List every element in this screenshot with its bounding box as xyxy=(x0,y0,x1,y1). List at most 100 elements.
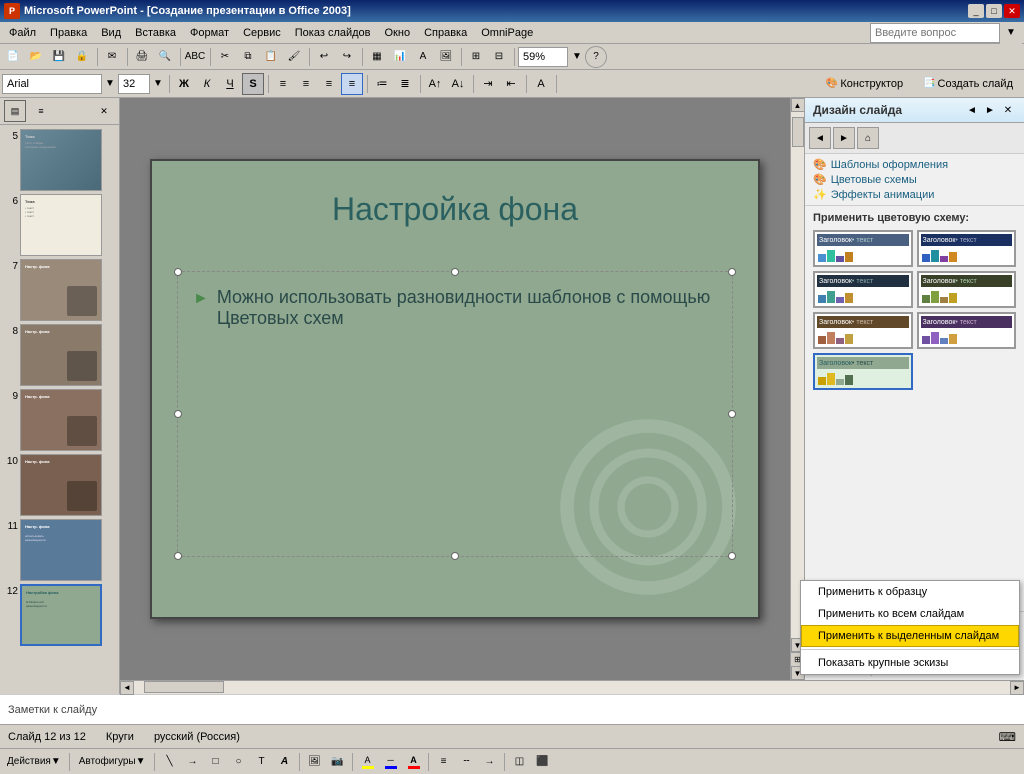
handle-tr[interactable] xyxy=(728,268,736,276)
underline-button[interactable]: Ч xyxy=(219,73,241,95)
menu-window[interactable]: Окно xyxy=(378,24,418,42)
handle-bl[interactable] xyxy=(174,552,182,560)
bullets-button[interactable]: ≣ xyxy=(394,73,416,95)
new-button[interactable]: 📄 xyxy=(2,46,24,68)
slides-tab[interactable]: ▤ xyxy=(4,100,26,122)
slide-thumb-12[interactable]: 12 Настройка фона ►Можно исп.разновиднос… xyxy=(4,584,115,646)
slide-thumb-6[interactable]: 6 Тема • текст• текст• текст xyxy=(4,194,115,256)
slide-thumb-9[interactable]: 9 Настр. фона xyxy=(4,389,115,451)
clip-art-tool[interactable]: 🖼 xyxy=(304,751,326,773)
konstruktor-button[interactable]: 🎨 Конструктор xyxy=(817,75,912,93)
slide-thumb-7[interactable]: 7 Настр. фона xyxy=(4,259,115,321)
search-dropdown-button[interactable]: ▼ xyxy=(1000,22,1022,44)
redo-button[interactable]: ↪ xyxy=(336,46,358,68)
shadow-style-button[interactable]: ◫ xyxy=(509,751,531,773)
menu-omnipage[interactable]: OmniPage xyxy=(474,24,540,42)
slide-content-box[interactable]: ► Можно использовать разновидности шабло… xyxy=(177,271,733,557)
line-tool[interactable]: ╲ xyxy=(159,751,181,773)
dash-style-button[interactable]: ╌ xyxy=(456,751,478,773)
design-panel-forward-icon[interactable]: ► xyxy=(982,102,998,118)
close-button[interactable]: ✕ xyxy=(1004,4,1020,18)
create-slide-button[interactable]: 📑 Создать слайд xyxy=(914,75,1022,93)
design-nav-home[interactable]: ⌂ xyxy=(857,127,879,149)
templates-link[interactable]: 🎨 Шаблоны оформления xyxy=(813,158,1016,171)
fontsize-input[interactable] xyxy=(118,74,150,94)
context-item-show-large[interactable]: Показать крупные эскизы xyxy=(801,652,1019,674)
format-painter[interactable]: 🖌 xyxy=(283,46,305,68)
collapse-button[interactable]: ⊟ xyxy=(488,46,510,68)
design-panel-close-icon[interactable]: ✕ xyxy=(1000,102,1016,118)
scheme-item-7[interactable]: Заголовок• текст xyxy=(813,353,913,390)
align-right-button[interactable]: ≡ xyxy=(318,73,340,95)
spellcheck-button[interactable]: ABC xyxy=(184,46,206,68)
wordart-tool[interactable]: A xyxy=(274,751,296,773)
insert-chart[interactable]: 📊 xyxy=(389,46,411,68)
scheme-item-5[interactable]: Заголовок• текст xyxy=(813,312,913,349)
context-item-apply-template[interactable]: Применить к образцу xyxy=(801,581,1019,603)
handle-tl[interactable] xyxy=(174,268,182,276)
help-button[interactable]: ? xyxy=(585,46,607,68)
bold-button[interactable]: Ж xyxy=(173,73,195,95)
numbering-button[interactable]: ≔ xyxy=(371,73,393,95)
increase-indent-button[interactable]: ⇥ xyxy=(477,73,499,95)
slide-thumb-5[interactable]: 5 Тема текст слайдаописание содержания xyxy=(4,129,115,191)
copy-button[interactable]: ⧉ xyxy=(237,46,259,68)
design-panel-back-icon[interactable]: ◄ xyxy=(964,102,980,118)
actions-button[interactable]: Действия▼ xyxy=(2,751,66,773)
scheme-item-3[interactable]: Заголовок• текст xyxy=(813,271,913,308)
menu-insert[interactable]: Вставка xyxy=(128,24,183,42)
scroll-left-button[interactable]: ◄ xyxy=(120,681,134,695)
color-schemes-link[interactable]: 🎨 Цветовые схемы xyxy=(813,173,1016,186)
menu-service[interactable]: Сервис xyxy=(236,24,288,42)
animation-effects-link[interactable]: ✨ Эффекты анимации xyxy=(813,188,1016,201)
handle-ml[interactable] xyxy=(174,410,182,418)
decrease-indent-button[interactable]: ⇤ xyxy=(500,73,522,95)
font-color-draw-button[interactable]: A xyxy=(403,751,425,773)
permission-button[interactable]: 🔒 xyxy=(71,46,93,68)
slide-thumb-11[interactable]: 11 Настр. фона использоватьразновидности xyxy=(4,519,115,581)
oval-tool[interactable]: ○ xyxy=(228,751,250,773)
email-button[interactable]: ✉ xyxy=(101,46,123,68)
scroll-h-thumb[interactable] xyxy=(144,681,224,693)
handle-mr[interactable] xyxy=(728,410,736,418)
align-left-button[interactable]: ≡ xyxy=(272,73,294,95)
rect-tool[interactable]: □ xyxy=(205,751,227,773)
handle-bm[interactable] xyxy=(451,552,459,560)
scroll-up-button[interactable]: ▲ xyxy=(791,98,805,112)
line-color-button[interactable]: ─ xyxy=(380,751,402,773)
zoom-dropdown[interactable]: ▼ xyxy=(570,46,584,68)
line-style-button[interactable]: ≡ xyxy=(433,751,455,773)
design-nav-back[interactable]: ◄ xyxy=(809,127,831,149)
scroll-thumb[interactable] xyxy=(792,117,804,147)
font-selector[interactable] xyxy=(2,74,102,94)
arrow-style-button[interactable]: → xyxy=(479,751,501,773)
scheme-item-6[interactable]: Заголовок• текст xyxy=(917,312,1017,349)
menu-slideshow[interactable]: Показ слайдов xyxy=(288,24,378,42)
menu-help[interactable]: Справка xyxy=(417,24,474,42)
fontsize-dropdown[interactable]: ▼ xyxy=(151,73,165,95)
handle-br[interactable] xyxy=(728,552,736,560)
justify-button[interactable]: ≡ xyxy=(341,73,363,95)
scroll-right-button[interactable]: ► xyxy=(1010,681,1024,695)
scheme-item-4[interactable]: Заголовок• текст xyxy=(917,271,1017,308)
increase-font-button[interactable]: A↑ xyxy=(424,73,446,95)
menu-format[interactable]: Формат xyxy=(183,24,236,42)
design-nav-forward[interactable]: ► xyxy=(833,127,855,149)
font-dropdown[interactable]: ▼ xyxy=(103,73,117,95)
minimize-button[interactable]: _ xyxy=(968,4,984,18)
context-item-apply-selected[interactable]: Применить к выделенным слайдам xyxy=(801,625,1019,647)
align-center-button[interactable]: ≡ xyxy=(295,73,317,95)
context-item-apply-all[interactable]: Применить ко всем слайдам xyxy=(801,603,1019,625)
outline-tab[interactable]: ≡ xyxy=(30,100,52,122)
cut-button[interactable]: ✂ xyxy=(214,46,236,68)
save-button[interactable]: 💾 xyxy=(48,46,70,68)
print-button[interactable]: 🖨 xyxy=(131,46,153,68)
scheme-item-1[interactable]: Заголовок• текст xyxy=(813,230,913,267)
expand-button[interactable]: ⊞ xyxy=(465,46,487,68)
panel-close[interactable]: ✕ xyxy=(93,100,115,122)
shadow-button[interactable]: S xyxy=(242,73,264,95)
slide-thumb-10[interactable]: 10 Настр. фона xyxy=(4,454,115,516)
menu-edit[interactable]: Правка xyxy=(43,24,94,42)
maximize-button[interactable]: □ xyxy=(986,4,1002,18)
search-input[interactable] xyxy=(870,23,1000,43)
